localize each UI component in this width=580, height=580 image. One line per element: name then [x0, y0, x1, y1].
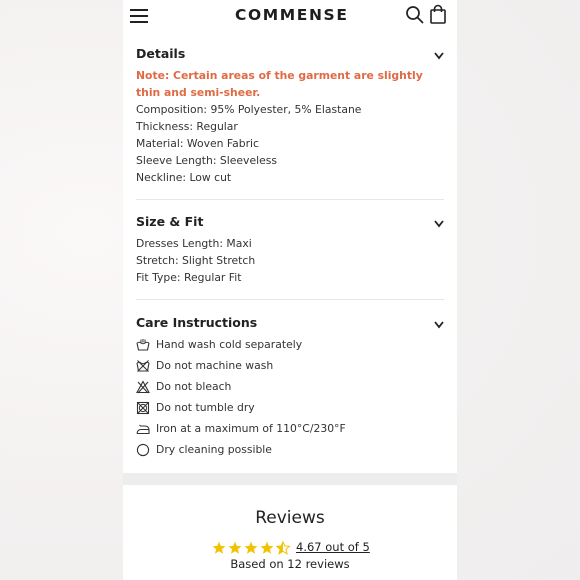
care-label: Do not machine wash: [156, 359, 274, 372]
no-tumble-dry-icon: [136, 401, 150, 415]
detail-line: Composition: 95% Polyester, 5% Elastane: [136, 103, 362, 116]
dry-clean-icon: [136, 443, 150, 457]
review-count: Based on 12 reviews: [230, 557, 350, 571]
care-label: Iron at a maximum of 110°C/230°F: [156, 422, 346, 435]
product-page: COMMENSE Details Note: Certain areas of …: [123, 0, 457, 580]
section-separator: [123, 473, 457, 485]
care-title[interactable]: Care Instructions: [136, 315, 257, 330]
size-fit-title[interactable]: Size & Fit: [136, 214, 203, 229]
brand-logo[interactable]: COMMENSE: [235, 6, 349, 24]
chevron-down-icon[interactable]: [433, 219, 445, 229]
no-machine-wash-icon: [136, 360, 150, 372]
garment-note: Note: Certain areas of the garment are s…: [136, 69, 423, 99]
divider: [136, 199, 444, 200]
iron-icon: [136, 424, 150, 435]
no-bleach-icon: [136, 380, 150, 394]
details-title[interactable]: Details: [136, 46, 185, 61]
chevron-down-icon[interactable]: [433, 51, 445, 61]
detail-line: Neckline: Low cut: [136, 171, 232, 184]
detail-line: Material: Woven Fabric: [136, 137, 259, 150]
star-half-icon: [276, 541, 290, 555]
size-fit-line: Dresses Length: Maxi: [136, 237, 252, 250]
size-fit-line: Fit Type: Regular Fit: [136, 271, 242, 284]
rating-summary-link[interactable]: 4.67 out of 5: [296, 540, 370, 554]
search-icon[interactable]: [405, 5, 425, 25]
star-full-icon: [260, 541, 274, 554]
size-fit-line: Stretch: Slight Stretch: [136, 254, 256, 267]
care-label: Hand wash cold separately: [156, 338, 303, 351]
site-header: COMMENSE: [123, 0, 457, 32]
star-full-icon: [244, 541, 258, 554]
hand-wash-icon: [136, 339, 150, 351]
chevron-down-icon[interactable]: [433, 320, 445, 330]
detail-line: Thickness: Regular: [136, 120, 238, 133]
shopping-bag-icon[interactable]: [429, 4, 447, 24]
rating-stars: [212, 540, 292, 555]
care-label: Dry cleaning possible: [156, 443, 272, 456]
detail-line: Sleeve Length: Sleeveless: [136, 154, 277, 167]
care-label: Do not bleach: [156, 380, 232, 393]
reviews-title: Reviews: [255, 508, 325, 528]
star-full-icon: [212, 541, 226, 554]
divider: [136, 299, 444, 300]
care-label: Do not tumble dry: [156, 401, 255, 414]
hamburger-menu-icon[interactable]: [129, 6, 149, 26]
star-full-icon: [228, 541, 242, 554]
